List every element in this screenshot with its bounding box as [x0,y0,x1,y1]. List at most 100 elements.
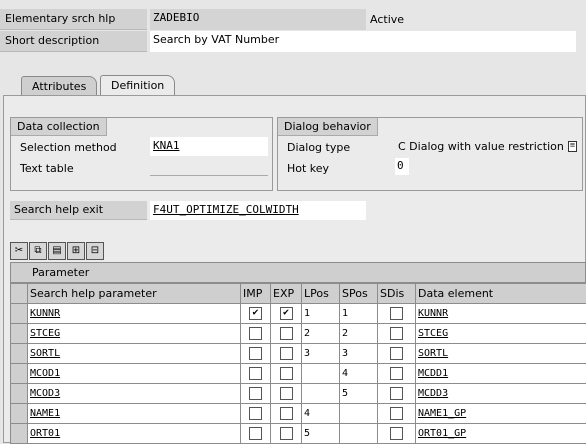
table-row: KUNNR ✔ ✔ 11 KUNNR [11,304,586,324]
spos-cell[interactable] [340,404,378,424]
sdis-cell [378,304,416,324]
table-row: STCEG 22 STCEG [11,324,586,344]
col-data-element[interactable]: Data element [416,284,586,304]
tab-definition[interactable]: Definition [100,75,175,96]
copy-icon[interactable]: ⧉ [29,242,47,260]
lpos-cell[interactable]: 3 [302,344,340,364]
exp-cell [271,424,302,444]
sdis-checkbox[interactable] [390,427,403,440]
sdis-checkbox[interactable] [390,327,403,340]
exp-cell [271,364,302,384]
insert-row-icon[interactable]: ⊞ [67,242,85,260]
imp-cell: ✔ [241,304,271,324]
lpos-cell[interactable]: 1 [302,304,340,324]
spos-cell[interactable]: 5 [340,384,378,404]
imp-checkbox[interactable] [249,427,262,440]
data-element-cell[interactable]: KUNNR [416,304,586,324]
lpos-cell[interactable]: 4 [302,404,340,424]
data-element-cell[interactable]: MCDD3 [416,384,586,404]
lpos-cell[interactable]: 5 [302,424,340,444]
table-row: MCOD3 5 MCDD3 [11,384,586,404]
search-help-parameter-cell[interactable]: STCEG [28,324,241,344]
col-imp[interactable]: IMP [241,284,271,304]
search-help-parameter-cell[interactable]: NAME1 [28,404,241,424]
lpos-cell[interactable] [302,384,340,404]
exp-checkbox[interactable] [280,367,293,380]
search-help-exit-field[interactable]: F4UT_OPTIMIZE_COLWIDTH [150,201,366,220]
sdis-checkbox[interactable] [390,367,403,380]
sdis-cell [378,364,416,384]
delete-row-icon[interactable]: ⊟ [86,242,104,260]
lpos-cell[interactable] [302,364,340,384]
data-collection-title: Data collection [11,118,107,136]
row-selector[interactable] [11,424,28,444]
cut-icon[interactable]: ✂ [10,242,28,260]
elementary-search-help-field[interactable]: ZADEBIO [150,9,366,30]
search-help-exit-label: Search help exit [10,201,147,220]
col-lpos[interactable]: LPos [302,284,340,304]
exp-cell [271,384,302,404]
exp-checkbox[interactable]: ✔ [280,307,293,320]
exp-checkbox[interactable] [280,407,293,420]
spos-cell[interactable]: 1 [340,304,378,324]
short-description-field[interactable]: Search by VAT Number [150,31,576,52]
exp-cell [271,404,302,424]
row-selector[interactable] [11,344,28,364]
lpos-cell[interactable]: 2 [302,324,340,344]
search-help-parameter-cell[interactable]: ORT01 [28,424,241,444]
sdis-checkbox[interactable] [390,307,403,320]
imp-cell [241,324,271,344]
data-element-cell[interactable]: SORTL [416,344,586,364]
sdis-cell [378,344,416,364]
sdis-checkbox[interactable] [390,387,403,400]
col-search-help-parameter[interactable]: Search help parameter [28,284,241,304]
data-element-cell[interactable]: MCDD1 [416,364,586,384]
table-row: MCOD1 4 MCDD1 [11,364,586,384]
imp-checkbox[interactable] [249,407,262,420]
spos-cell[interactable]: 2 [340,324,378,344]
data-element-cell[interactable]: NAME1_GP [416,404,586,424]
row-selector[interactable] [11,364,28,384]
search-help-parameter-cell[interactable]: MCOD1 [28,364,241,384]
imp-checkbox[interactable] [249,347,262,360]
search-help-parameter-cell[interactable]: SORTL [28,344,241,364]
parameter-table-title: Parameter [10,262,586,283]
data-element-cell[interactable]: ORT01_GP [416,424,586,444]
imp-checkbox[interactable] [249,387,262,400]
search-help-parameter-cell[interactable]: KUNNR [28,304,241,324]
col-spos[interactable]: SPos [340,284,378,304]
row-selector[interactable] [11,324,28,344]
dialog-type-label: Dialog type [287,141,350,154]
search-help-parameter-cell[interactable]: MCOD3 [28,384,241,404]
row-selector[interactable] [11,304,28,324]
data-element-cell[interactable]: STCEG [416,324,586,344]
parameter-table: Search help parameter IMP EXP LPos SPos … [10,283,586,444]
sdis-checkbox[interactable] [390,407,403,420]
hot-key-field[interactable]: 0 [395,158,409,175]
imp-checkbox[interactable] [249,367,262,380]
sdis-cell [378,384,416,404]
row-selector[interactable] [11,404,28,424]
dialog-behavior-group: Dialog behavior [277,117,583,191]
dropdown-icon[interactable]: ≡ [568,141,577,152]
exp-checkbox[interactable] [280,427,293,440]
tab-attributes[interactable]: Attributes [21,76,97,95]
exp-checkbox[interactable] [280,387,293,400]
text-table-field[interactable] [150,175,268,176]
row-selector-header[interactable] [11,284,28,304]
dialog-type-value[interactable]: C Dialog with value restriction [398,140,564,153]
sdis-checkbox[interactable] [390,347,403,360]
col-exp[interactable]: EXP [271,284,302,304]
paste-icon[interactable]: ▤ [48,242,66,260]
exp-checkbox[interactable] [280,347,293,360]
spos-cell[interactable] [340,424,378,444]
selection-method-field[interactable]: KNA1 [150,137,268,156]
spos-cell[interactable]: 4 [340,364,378,384]
row-selector[interactable] [11,384,28,404]
col-sdis[interactable]: SDis [378,284,416,304]
spos-cell[interactable]: 3 [340,344,378,364]
imp-checkbox[interactable] [249,327,262,340]
exp-checkbox[interactable] [280,327,293,340]
table-row: ORT01 5 ORT01_GP [11,424,586,444]
imp-checkbox[interactable]: ✔ [249,307,262,320]
